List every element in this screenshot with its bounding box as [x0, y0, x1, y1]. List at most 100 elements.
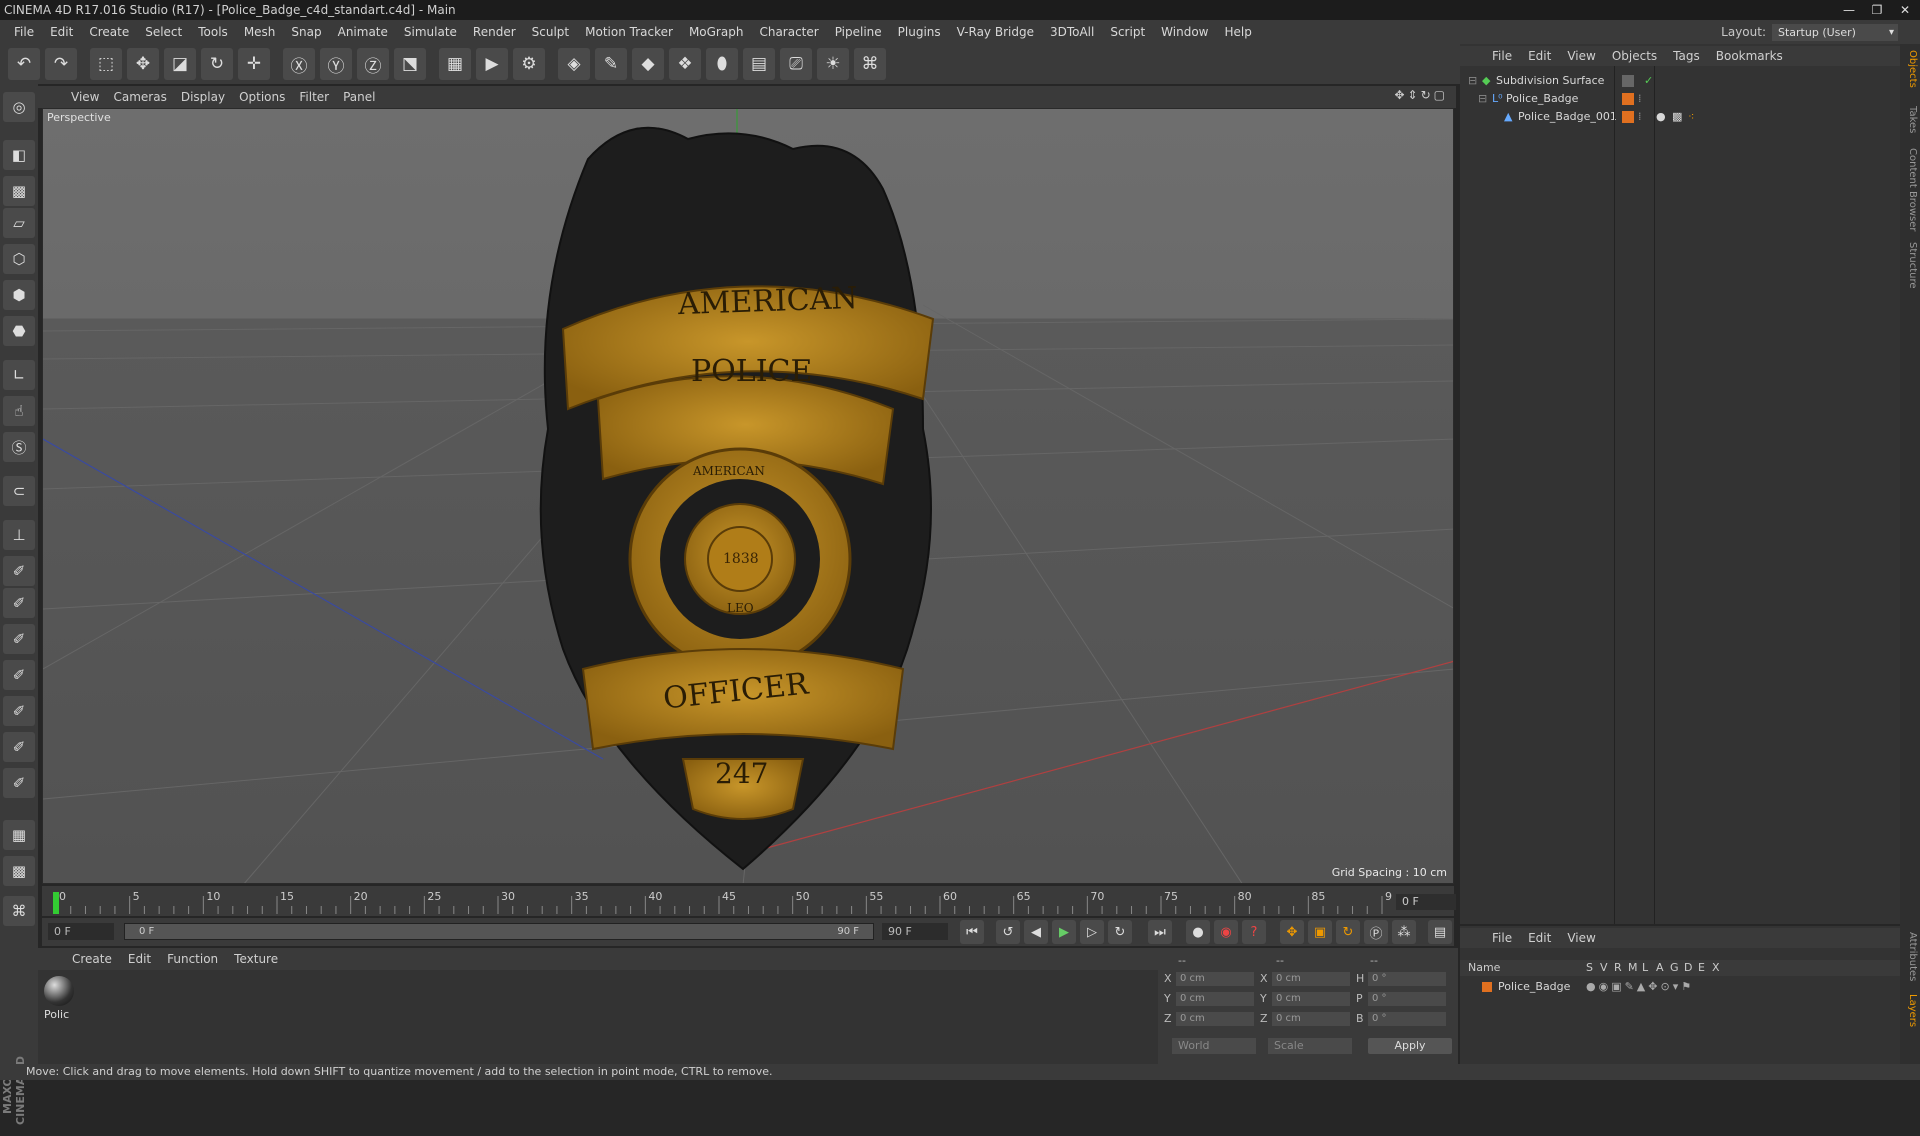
object-menu-bookmarks[interactable]: Bookmarks	[1708, 49, 1791, 63]
render-settings-icon[interactable]: ⚙	[513, 48, 545, 80]
menu-edit[interactable]: Edit	[42, 25, 81, 39]
x-axis-lock-icon[interactable]: Ⓧ	[283, 48, 315, 80]
layer-header-s[interactable]: S	[1586, 960, 1593, 976]
quad-grid-icon[interactable]: ▦	[3, 820, 35, 850]
layer-header-g[interactable]: G	[1670, 960, 1679, 976]
tab-objects[interactable]: Objects	[1902, 50, 1918, 88]
layer-header-name[interactable]: Name	[1468, 960, 1500, 976]
layer-header-e[interactable]: E	[1698, 960, 1705, 976]
menu-simulate[interactable]: Simulate	[396, 25, 465, 39]
solo-mode-icon[interactable]: Ⓢ	[3, 432, 35, 462]
next-frame-icon[interactable]: ▷	[1080, 920, 1104, 944]
tweak-mode-icon[interactable]: ☝	[3, 396, 35, 426]
texture-mode-icon[interactable]: ▩	[3, 176, 35, 206]
menu-3dtoall[interactable]: 3DToAll	[1042, 25, 1102, 39]
coord-value-field[interactable]: 0 cm	[1176, 972, 1254, 986]
layer-header-l[interactable]: L	[1642, 960, 1648, 976]
frame-range-slider[interactable]: 0 F 90 F	[124, 923, 874, 940]
viewport-menu-filter[interactable]: Filter	[292, 90, 336, 104]
recent-tool-icon[interactable]: ✛	[238, 48, 270, 80]
rotate-tool-icon[interactable]: ↻	[201, 48, 233, 80]
coord-value-field[interactable]: 0 cm	[1272, 1012, 1350, 1026]
layer-menu-edit[interactable]: Edit	[1520, 931, 1559, 945]
menu-character[interactable]: Character	[751, 25, 826, 39]
viewport-menu-cameras[interactable]: Cameras	[106, 90, 173, 104]
restore-icon[interactable]: ❐	[1866, 3, 1888, 17]
pull-brush-icon[interactable]: ✐	[3, 588, 35, 618]
key-pla-icon[interactable]: ⁂	[1392, 920, 1416, 944]
tab-takes[interactable]: Takes	[1902, 106, 1918, 133]
end-frame-field[interactable]: 90 F	[882, 923, 948, 940]
axis-mode-icon[interactable]: ∟	[3, 360, 35, 390]
minimize-icon[interactable]: —	[1838, 3, 1860, 17]
coord-value-field[interactable]: 0 °	[1368, 992, 1446, 1006]
object-menu-view[interactable]: View	[1559, 49, 1603, 63]
coord-value-field[interactable]: 0 cm	[1176, 1012, 1254, 1026]
move-tool-icon[interactable]: ✥	[127, 48, 159, 80]
object-menu-objects[interactable]: Objects	[1604, 49, 1665, 63]
object-row-police-badge[interactable]: ⊟ L⁰ Police_Badge ⁞	[1460, 90, 1900, 108]
menu-create[interactable]: Create	[81, 25, 137, 39]
menu-mesh[interactable]: Mesh	[236, 25, 284, 39]
layer-menu-file[interactable]: File	[1484, 931, 1520, 945]
goto-start-icon[interactable]: ⏮	[960, 920, 984, 944]
snap-magnet-icon[interactable]: ⊂	[3, 476, 35, 506]
undo-icon[interactable]: ↶	[8, 48, 40, 80]
coord-value-field[interactable]: 0 cm	[1272, 972, 1350, 986]
close-icon[interactable]: ✕	[1894, 3, 1916, 17]
previous-keyframe-icon[interactable]: ↺	[996, 920, 1020, 944]
tab-layers[interactable]: Layers	[1902, 994, 1918, 1027]
tab-content-browser[interactable]: Content Browser	[1902, 148, 1918, 231]
subdivision-surface-icon[interactable]: ◆	[632, 48, 664, 80]
layer-header-r[interactable]: R	[1614, 960, 1622, 976]
viewport-navigation-icons[interactable]: ✥⇕↻▢	[1394, 88, 1448, 102]
start-frame-field[interactable]: 0 F	[48, 923, 114, 940]
menu-sculpt[interactable]: Sculpt	[524, 25, 577, 39]
object-menu-edit[interactable]: Edit	[1520, 49, 1559, 63]
workplane-icon[interactable]: ⊥	[3, 520, 35, 550]
expand-icon[interactable]: ⊟	[1478, 90, 1487, 108]
python-script-icon[interactable]: ⌘	[3, 896, 35, 926]
coord-system-dropdown[interactable]: World	[1172, 1038, 1256, 1054]
menu-window[interactable]: Window	[1153, 25, 1216, 39]
floor-icon[interactable]: ▤	[743, 48, 775, 80]
selection-tag-icon[interactable]: ⁖	[1688, 108, 1694, 126]
y-axis-lock-icon[interactable]: Ⓨ	[320, 48, 352, 80]
material-menu-function[interactable]: Function	[159, 952, 226, 966]
menu-file[interactable]: File	[6, 25, 42, 39]
scale-tool-icon[interactable]: ◪	[164, 48, 196, 80]
live-selection-icon[interactable]: ⬚	[90, 48, 122, 80]
coordinate-system-icon[interactable]: ⬔	[394, 48, 426, 80]
keyframe-selection-icon[interactable]: ?	[1242, 920, 1266, 944]
autokey-icon[interactable]: ◉	[1214, 920, 1238, 944]
menu-script[interactable]: Script	[1102, 25, 1153, 39]
layer-header-v[interactable]: V	[1600, 960, 1608, 976]
current-frame-field[interactable]: 0 F	[1396, 894, 1456, 910]
edges-mode-icon[interactable]: ⬢	[3, 280, 35, 310]
layer-toggle-icons[interactable]: ●◉▣✎▲✥⊙▾⚑	[1586, 978, 1694, 996]
layer-header-x[interactable]: X	[1712, 960, 1720, 976]
viewport-menu-display[interactable]: Display	[174, 90, 232, 104]
layer-row-police-badge[interactable]: Police_Badge ●◉▣✎▲✥⊙▾⚑	[1460, 978, 1900, 996]
expand-icon[interactable]: ⊟	[1468, 72, 1477, 90]
knife-brush-icon[interactable]: ✐	[3, 768, 35, 798]
render-view-icon[interactable]: ▦	[439, 48, 471, 80]
array-generator-icon[interactable]: ❖	[669, 48, 701, 80]
viewport-menu-panel[interactable]: Panel	[336, 90, 382, 104]
layer-header-m[interactable]: M	[1628, 960, 1638, 976]
menu-v-ray-bridge[interactable]: V-Ray Bridge	[949, 25, 1042, 39]
make-editable-icon[interactable]: ◎	[3, 92, 35, 122]
coord-value-field[interactable]: 0 cm	[1272, 992, 1350, 1006]
workplane-mode-icon[interactable]: ▱	[3, 208, 35, 238]
menu-snap[interactable]: Snap	[283, 25, 329, 39]
model-mode-icon[interactable]: ◧	[3, 140, 35, 170]
apply-button[interactable]: Apply	[1368, 1038, 1452, 1054]
menu-plugins[interactable]: Plugins	[890, 25, 949, 39]
coord-value-field[interactable]: 0 °	[1368, 972, 1446, 986]
menu-mograph[interactable]: MoGraph	[681, 25, 752, 39]
sculpt-brush-icon[interactable]: ✐	[3, 556, 35, 586]
timeline-ruler[interactable]: 0 5 10 15 20 25 30 35 40 45 50 55 60 65 70 75 80 85 90	[42, 886, 1454, 916]
key-rotation-icon[interactable]: ↻	[1336, 920, 1360, 944]
coord-value-field[interactable]: 0 cm	[1176, 992, 1254, 1006]
z-axis-lock-icon[interactable]: Ⓩ	[357, 48, 389, 80]
